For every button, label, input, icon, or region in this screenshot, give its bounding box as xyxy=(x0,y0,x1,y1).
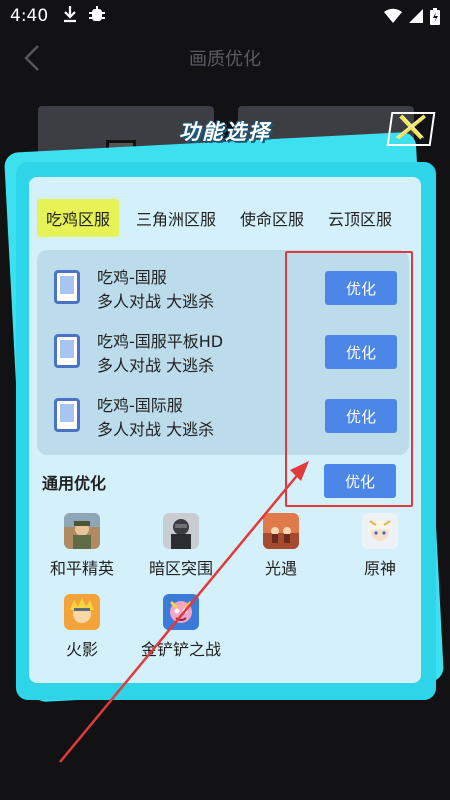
tab-codm-region[interactable]: 使命区服 xyxy=(231,199,313,237)
tablet-icon xyxy=(54,334,80,368)
app-item-naruto[interactable]: 火影 xyxy=(37,594,127,666)
game-name: 吃鸡-国服 xyxy=(97,268,167,287)
signal-icon xyxy=(408,8,424,24)
status-time: 4:40 xyxy=(10,6,49,26)
app-label: 火影 xyxy=(65,640,98,659)
game-name: 吃鸡-国服平板HD xyxy=(97,332,224,351)
tab-tft-region[interactable]: 云顶区服 xyxy=(319,199,401,237)
wifi-icon xyxy=(384,8,402,24)
tab-delta-region[interactable]: 三角洲区服 xyxy=(127,199,225,237)
close-button[interactable] xyxy=(386,112,436,146)
app-label: 原神 xyxy=(363,559,396,578)
app-item-arena-breakout[interactable]: 暗区突围 xyxy=(136,513,226,585)
app-label: 金铲铲之战 xyxy=(140,640,221,659)
bug-icon xyxy=(88,5,106,27)
close-icon xyxy=(391,113,431,145)
phone-icon xyxy=(54,398,80,432)
region-tabs: 吃鸡区服 三角洲区服 使命区服 云顶区服 xyxy=(37,199,421,237)
general-optimization-title: 通用优化 xyxy=(42,474,107,493)
golden-spatula-icon xyxy=(163,594,199,630)
genshin-icon xyxy=(362,513,398,549)
status-bar: 4:40 xyxy=(0,0,450,32)
highlight-box xyxy=(285,251,413,507)
dialog-title: 功能选择 xyxy=(179,120,271,144)
game-tags: 多人对战 大逃杀 xyxy=(97,356,215,375)
peacekeeper-elite-icon xyxy=(64,513,100,549)
page-header: 画质优化 xyxy=(0,36,450,80)
app-item-tft[interactable]: 金铲铲之战 xyxy=(136,594,226,666)
game-name: 吃鸡-国际服 xyxy=(97,396,183,415)
naruto-icon xyxy=(64,594,100,630)
back-arrow-icon[interactable] xyxy=(20,42,48,74)
app-item-peacekeeper-elite[interactable]: 和平精英 xyxy=(37,513,127,585)
page-title: 画质优化 xyxy=(189,49,261,70)
app-label: 和平精英 xyxy=(49,559,114,578)
sky-icon xyxy=(263,513,299,549)
tab-pubg-region[interactable]: 吃鸡区服 xyxy=(37,199,120,237)
game-tags: 多人对战 大逃杀 xyxy=(97,292,215,311)
game-tags: 多人对战 大逃杀 xyxy=(97,420,215,439)
app-item-genshin[interactable]: 原神 xyxy=(335,513,425,585)
battery-icon xyxy=(430,7,440,25)
arena-breakout-icon xyxy=(163,513,199,549)
app-label: 暗区突围 xyxy=(148,559,213,578)
phone-icon xyxy=(54,270,80,304)
app-item-sky[interactable]: 光遇 xyxy=(236,513,326,585)
app-label: 光遇 xyxy=(264,559,297,578)
download-icon xyxy=(62,5,78,27)
